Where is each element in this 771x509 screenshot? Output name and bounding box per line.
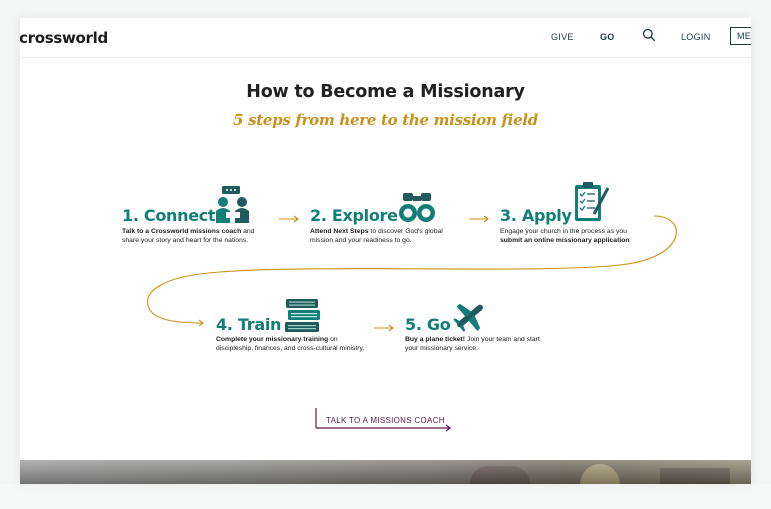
browser-viewport: crossworld GIVE GO LOGIN ME How to Becom… [20,18,751,484]
arrow-4-5 [374,324,394,332]
people-chat-icon [216,186,249,223]
talk-to-coach-label[interactable]: TALK TO A MISSIONS COACH [326,416,445,425]
step-5-title: 5. Go [405,315,451,334]
step-4-title: 4. Train [216,315,282,334]
page-background [0,484,771,509]
step-2-description: Attend Next Steps to discover God's glob… [310,228,443,244]
step-1-title: 1. Connect [122,206,216,225]
arrow-2-3 [469,215,489,223]
arrow-1-2 [279,215,299,223]
step-1-description: Talk to a Crossworld missions coach and … [122,228,255,244]
step-3-description: Engage your church in the process as you… [500,228,630,244]
books-icon [285,299,320,332]
binoculars-icon [399,193,435,222]
step-2-title: 2. Explore [310,206,398,225]
step-5-description: Buy a plane ticket! Join your team and s… [405,336,540,352]
clipboard-icon [575,182,610,221]
footer-photo-banner [20,460,751,484]
step-3-title: 3. Apply [500,206,572,225]
airplane-icon [453,303,483,332]
step-4-description: Complete your missionary training on dis… [216,336,365,352]
